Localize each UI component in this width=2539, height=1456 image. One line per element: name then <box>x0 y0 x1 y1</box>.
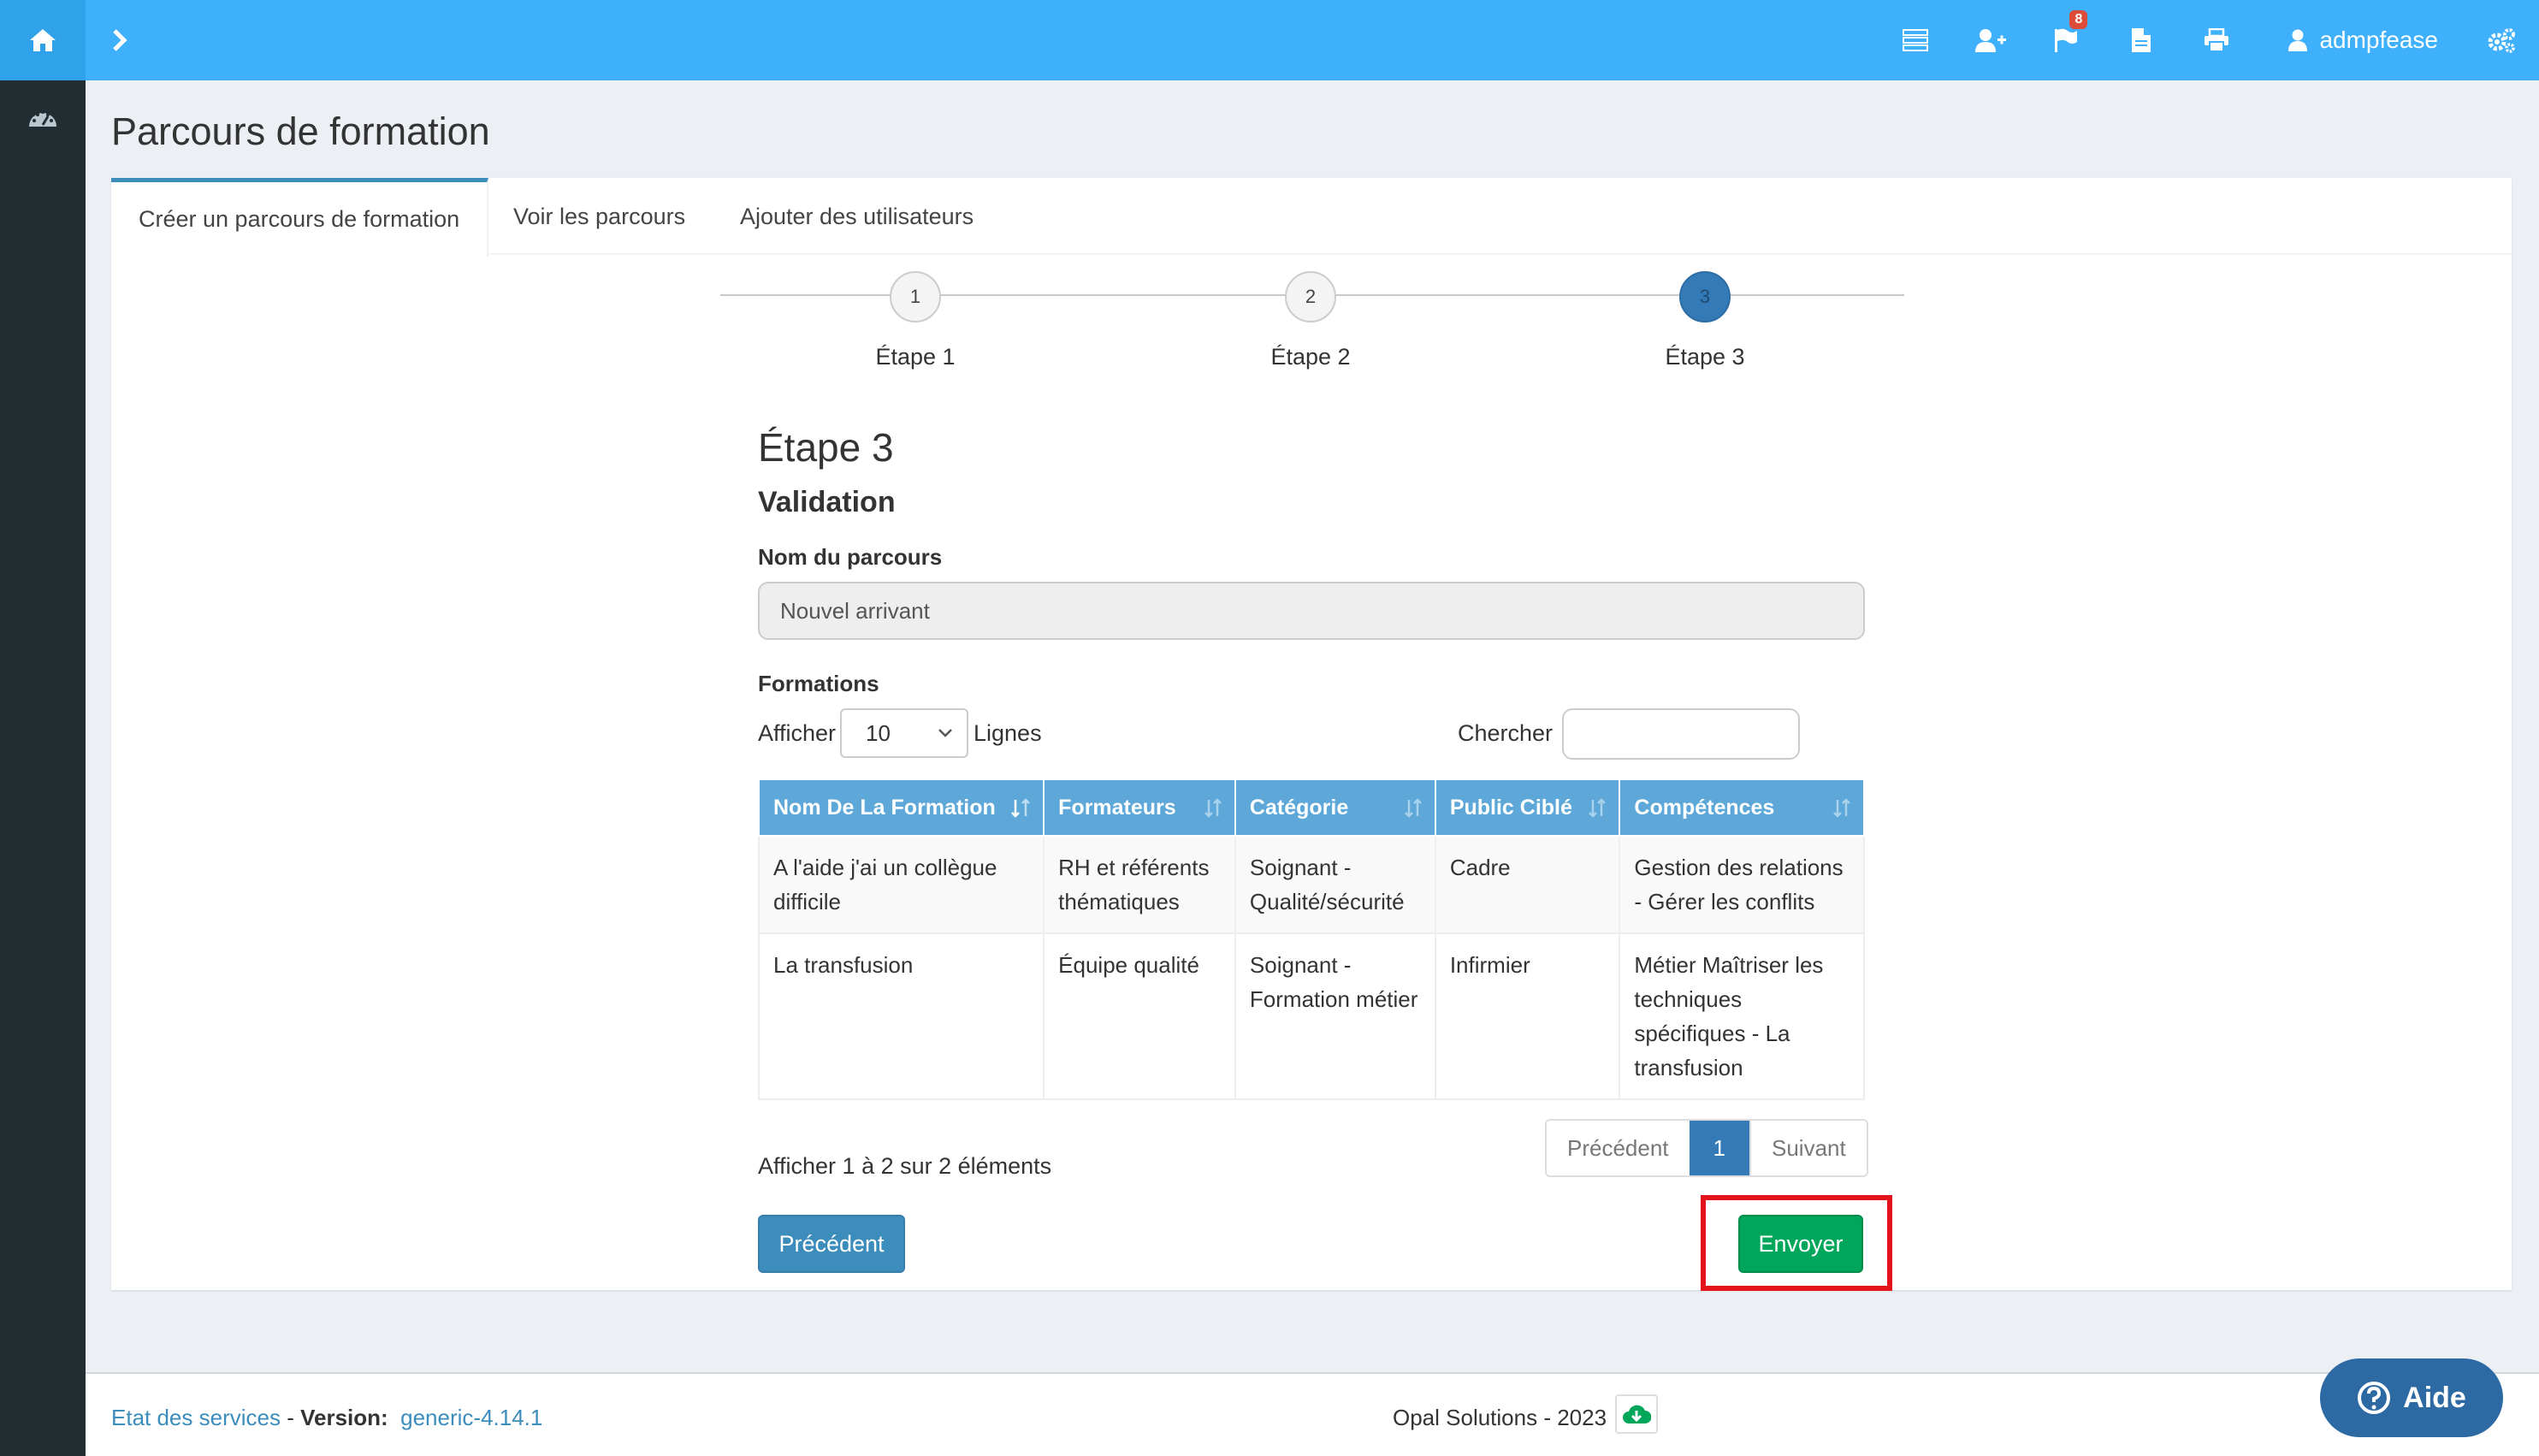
step-2-circle[interactable]: 2 <box>1285 271 1336 323</box>
column-header-competences[interactable]: Compétences <box>1619 778 1865 837</box>
highlight-box <box>1701 1195 1892 1291</box>
sort-icon <box>1204 798 1222 818</box>
home-icon <box>30 29 56 51</box>
tab-add-users[interactable]: Ajouter des utilisateurs <box>740 178 974 255</box>
tab-bar: Créer un parcours de formation Voir les … <box>111 178 2512 257</box>
notifications-button[interactable]: 8 <box>2028 0 2104 80</box>
pagination-page-1[interactable]: 1 <box>1689 1121 1749 1175</box>
search-label: Chercher <box>1458 720 1554 746</box>
version-value[interactable]: generic-4.14.1 <box>400 1405 542 1430</box>
list-button[interactable] <box>1878 0 1953 80</box>
footer-left: Etat des services - Version: generic-4.1… <box>111 1405 542 1431</box>
document-button[interactable] <box>2104 0 2179 80</box>
table-info: Afficher 1 à 2 sur 2 éléments <box>758 1153 1052 1179</box>
previous-step-button[interactable]: Précédent <box>758 1215 905 1273</box>
column-header-categorie[interactable]: Catégorie <box>1234 778 1436 837</box>
pagination: Précédent 1 Suivant <box>1545 1119 1868 1177</box>
footer: Etat des services - Version: generic-4.1… <box>86 1372 2539 1456</box>
home-button[interactable] <box>0 0 86 80</box>
tab-create-parcours[interactable]: Créer un parcours de formation <box>111 178 489 257</box>
help-button[interactable]: Aide <box>2320 1358 2503 1437</box>
sidebar-toggle-button[interactable] <box>103 19 137 62</box>
step-3-circle[interactable]: 3 <box>1679 271 1731 323</box>
file-icon <box>2132 28 2151 52</box>
table-cell: Infirmier <box>1434 932 1621 1100</box>
sort-active-icon <box>1011 798 1031 818</box>
table-cell: Équipe qualité <box>1043 932 1236 1100</box>
notifications-badge: 8 <box>2069 10 2088 29</box>
name-label: Nom du parcours <box>758 544 943 570</box>
column-header-formateurs[interactable]: Formateurs <box>1043 778 1236 837</box>
username: admpfease <box>2319 27 2438 53</box>
flag-icon <box>2055 28 2078 52</box>
help-label: Aide <box>2403 1381 2466 1414</box>
print-button[interactable] <box>2179 0 2254 80</box>
column-header-public[interactable]: Public Ciblé <box>1434 778 1621 837</box>
table-cell: Gestion des relations - Gérer les confli… <box>1619 835 1865 934</box>
cloud-download-icon <box>1623 1405 1651 1423</box>
user-menu[interactable]: admpfease <box>2254 0 2464 80</box>
parcours-name-input[interactable]: Nouvel arrivant <box>758 582 1865 640</box>
table-row: La transfusion Équipe qualité Soignant -… <box>757 932 1865 1100</box>
add-user-button[interactable] <box>1953 0 2028 80</box>
status-link[interactable]: Etat des services <box>111 1405 281 1430</box>
table-cell: Soignant - Qualité/sécurité <box>1234 835 1436 934</box>
sort-icon <box>1833 798 1850 818</box>
sidebar-item-dashboard[interactable] <box>27 106 58 133</box>
formations-label: Formations <box>758 671 879 696</box>
table-header-row: Nom De La Formation Formateurs Catégorie… <box>757 778 1865 837</box>
cogs-icon <box>2488 28 2515 53</box>
validation-heading: Validation <box>758 486 896 518</box>
table-row: A l'aide j'ai un collègue difficile RH e… <box>757 835 1865 934</box>
pagination-next-button[interactable]: Suivant <box>1749 1121 1867 1175</box>
user-plus-icon <box>1975 29 2007 52</box>
chevron-down-icon <box>938 729 952 737</box>
print-icon <box>2205 28 2229 52</box>
column-header-nom[interactable]: Nom De La Formation <box>757 778 1045 837</box>
navbar-right: 8 admpfease <box>1878 0 2539 80</box>
step-2-label: Étape 2 <box>1270 344 1351 370</box>
cloud-download-button[interactable] <box>1615 1394 1658 1434</box>
tab-view-parcours[interactable]: Voir les parcours <box>513 178 685 255</box>
table-cell: A l'aide j'ai un collègue difficile <box>757 835 1045 934</box>
main-panel: Créer un parcours de formation Voir les … <box>111 178 2512 1290</box>
step-heading: Étape 3 <box>758 425 894 470</box>
table-cell: La transfusion <box>757 932 1045 1100</box>
version-label: Version: <box>300 1405 388 1430</box>
page-size-select[interactable]: 10 <box>840 708 968 758</box>
page-title: Parcours de formation <box>111 109 490 153</box>
separator: - <box>280 1405 301 1430</box>
step-3-label: Étape 3 <box>1665 344 1745 370</box>
formations-table: Nom De La Formation Formateurs Catégorie… <box>757 778 1865 1100</box>
table-cell: RH et référents thématiques <box>1043 835 1236 934</box>
show-label: Afficher <box>758 720 837 746</box>
step-1-label: Étape 1 <box>875 344 956 370</box>
sort-icon <box>1404 798 1422 818</box>
dashboard-icon <box>29 110 56 127</box>
step-1-circle[interactable]: 1 <box>890 271 941 323</box>
table-cell: Soignant - Formation métier <box>1234 932 1436 1100</box>
question-circle-icon <box>2358 1382 2391 1414</box>
search-input[interactable] <box>1562 708 1800 760</box>
user-icon <box>2288 29 2308 51</box>
settings-button[interactable] <box>2464 0 2539 80</box>
pagination-prev-button[interactable]: Précédent <box>1547 1121 1690 1175</box>
table-cell: Métier Maîtriser les techniques spécifiq… <box>1619 932 1865 1100</box>
table-cell: Cadre <box>1434 835 1621 934</box>
page-size-value: 10 <box>866 719 891 746</box>
sidebar <box>0 80 86 1456</box>
rows-label: Lignes <box>974 720 1042 746</box>
chevron-right-icon <box>113 29 127 51</box>
copyright: Opal Solutions - 2023 <box>1393 1405 1607 1430</box>
list-icon <box>1903 29 1929 51</box>
sort-icon <box>1589 798 1607 818</box>
top-navbar: 8 admpfease <box>0 0 2539 80</box>
